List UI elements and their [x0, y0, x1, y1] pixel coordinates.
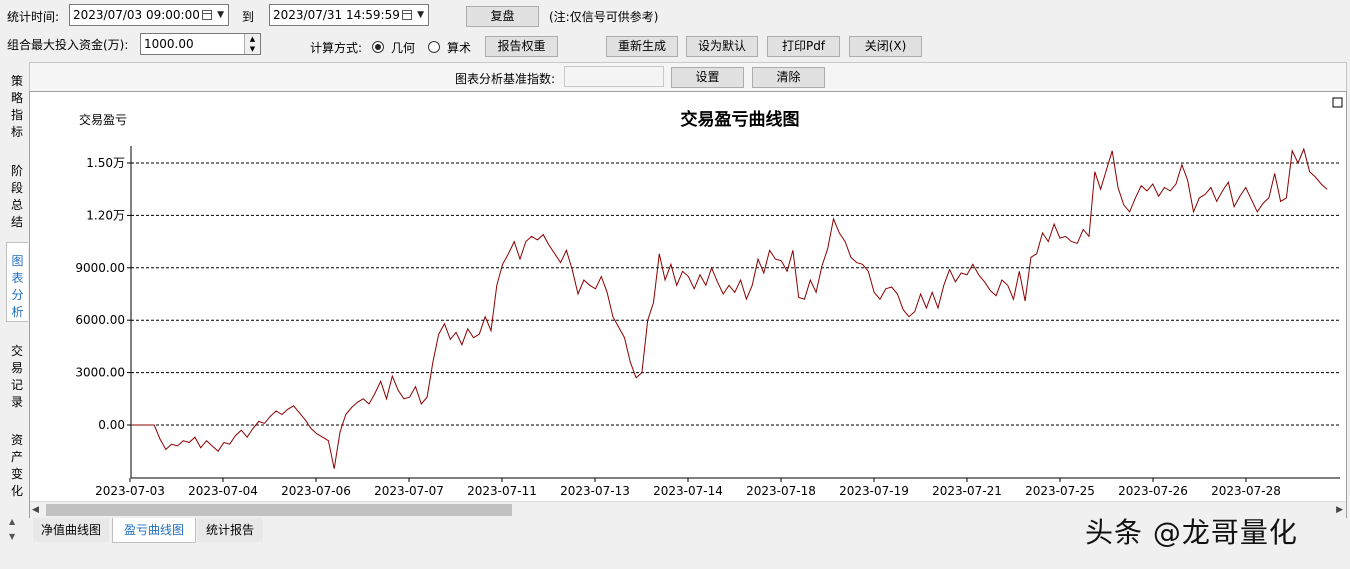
- chevron-down-icon[interactable]: ▼: [417, 9, 424, 21]
- watermark: 头条 @龙哥量化: [1085, 516, 1298, 549]
- x-tick-label: 2023-07-07: [374, 484, 444, 498]
- calc-arithmetic-radio[interactable]: [428, 41, 440, 53]
- y-tick-label: 6000.00: [75, 313, 125, 327]
- side-tab-char: 资: [10, 433, 23, 447]
- calendar-icon[interactable]: [202, 10, 212, 20]
- y-tick-label: 9000.00: [75, 261, 125, 275]
- report-weight-button[interactable]: 报告权重: [485, 36, 558, 57]
- tab-pnl-curve[interactable]: 盈亏曲线图: [112, 518, 196, 543]
- tab-stat-report[interactable]: 统计报告: [197, 518, 263, 542]
- x-tick-label: 2023-07-04: [188, 484, 258, 498]
- y-tick-label: 0.00: [98, 418, 125, 432]
- side-tab-char: 阶: [10, 164, 23, 178]
- side-tab-char: 化: [10, 484, 23, 498]
- side-scroll-up-icon[interactable]: ▲: [9, 517, 15, 527]
- x-tick-label: 2023-07-25: [1025, 484, 1095, 498]
- end-time-picker[interactable]: 2023/07/31 14:59:59 ▼: [269, 4, 429, 26]
- x-tick-label: 2023-07-06: [281, 484, 351, 498]
- time-label: 统计时间:: [7, 10, 60, 24]
- y-tick-label: 3000.00: [75, 366, 125, 380]
- scroll-left-icon[interactable]: ◀: [32, 503, 39, 517]
- tab-nav-curve[interactable]: 净值曲线图: [33, 518, 109, 542]
- calc-arithmetic-label[interactable]: 算术: [447, 40, 471, 56]
- side-tab-asset-changes[interactable]: 资 产 变 化: [6, 432, 28, 500]
- stepper-up-icon[interactable]: ▲: [245, 34, 260, 44]
- side-tab-char: 交: [10, 344, 23, 358]
- chart-title: 交易盈亏曲线图: [681, 109, 800, 130]
- chart-grid: [131, 162, 1340, 426]
- y-tick-label: 1.20万: [86, 208, 125, 222]
- benchmark-clear-button[interactable]: 清除: [752, 67, 825, 88]
- chevron-down-icon[interactable]: ▼: [217, 9, 224, 21]
- side-tab-char: 略: [10, 91, 23, 105]
- replay-button[interactable]: 复盘: [466, 6, 539, 27]
- x-tick-label: 2023-07-03: [95, 484, 165, 498]
- capital-value: 1000.00: [144, 37, 194, 51]
- side-tab-char: 结: [10, 215, 23, 229]
- side-tab-char: 分: [11, 288, 24, 302]
- side-tab-char: 产: [10, 450, 23, 464]
- maximize-icon[interactable]: [1332, 97, 1343, 108]
- pnl-series-line: [131, 147, 1328, 469]
- capital-input[interactable]: 1000.00 ▲ ▼: [140, 33, 261, 55]
- close-button[interactable]: 关闭(X): [849, 36, 922, 57]
- to-label: 到: [242, 10, 255, 24]
- side-tab-char: 变: [10, 467, 23, 481]
- side-tab-stage-summary[interactable]: 阶 段 总 结: [6, 163, 28, 231]
- benchmark-label: 图表分析基准指数:: [455, 72, 556, 86]
- chart-ylabel: 交易盈亏: [79, 112, 127, 127]
- side-tab-char: 总: [10, 198, 23, 212]
- side-tab-chart-analysis[interactable]: 图 表 分 析: [6, 242, 28, 322]
- x-tick-label: 2023-07-18: [746, 484, 816, 498]
- x-tick-label: 2023-07-14: [653, 484, 723, 498]
- side-tab-char: 标: [10, 125, 23, 139]
- start-time-picker[interactable]: 2023/07/03 09:00:00 ▼: [69, 4, 229, 26]
- x-tick-label: 2023-07-26: [1118, 484, 1188, 498]
- side-tab-strategy-indicators[interactable]: 策 略 指 标: [6, 73, 28, 141]
- side-tab-char: 策: [10, 74, 23, 88]
- x-tick-label: 2023-07-28: [1211, 484, 1281, 498]
- x-tick-label: 2023-07-21: [932, 484, 1002, 498]
- calendar-icon[interactable]: [402, 10, 412, 20]
- scroll-right-icon[interactable]: ▶: [1336, 503, 1343, 517]
- side-tab-char: 记: [10, 378, 23, 392]
- calc-geometric-label[interactable]: 几何: [391, 40, 415, 56]
- start-time-value: 2023/07/03 09:00:00: [73, 8, 200, 22]
- side-tab-char: 析: [11, 305, 24, 319]
- calc-label: 计算方式:: [310, 41, 363, 55]
- side-tab-char: 易: [10, 361, 23, 375]
- x-tick-label: 2023-07-19: [839, 484, 909, 498]
- side-tab-char: 表: [11, 271, 24, 285]
- benchmark-set-button[interactable]: 设置: [671, 67, 744, 88]
- y-tick-label: 1.50万: [86, 156, 125, 170]
- side-tab-char: 录: [10, 395, 23, 409]
- scrollbar-thumb[interactable]: [46, 504, 512, 516]
- print-pdf-button[interactable]: 打印Pdf: [767, 36, 840, 57]
- side-tab-char: 图: [11, 254, 24, 268]
- x-tick-label: 2023-07-11: [467, 484, 537, 498]
- calc-geometric-radio[interactable]: [372, 41, 384, 53]
- benchmark-input[interactable]: [564, 66, 664, 87]
- pnl-chart: 交易盈亏曲线图 交易盈亏 0.00 3000.00 6000.00 9000.00 1.…: [75, 97, 1343, 498]
- chart-x-axis: 2023-07-03 2023-07-04 2023-07-06 2023-07-07…: [95, 478, 1281, 498]
- capital-stepper[interactable]: ▲ ▼: [244, 34, 260, 54]
- x-tick-label: 2023-07-13: [560, 484, 630, 498]
- side-tab-char: 段: [10, 181, 23, 195]
- side-tab-trade-records[interactable]: 交 易 记 录: [6, 343, 28, 411]
- side-scroll-down-icon[interactable]: ▼: [9, 532, 15, 542]
- note-text: (注:仅信号可供参考): [549, 10, 659, 24]
- regenerate-button[interactable]: 重新生成: [606, 36, 678, 57]
- capital-label: 组合最大投入资金(万):: [7, 38, 129, 52]
- stepper-down-icon[interactable]: ▼: [245, 44, 260, 54]
- chart-panel: 交易盈亏曲线图 交易盈亏 0.00 3000.00 6000.00 9000.00 1.…: [29, 91, 1347, 518]
- set-default-button[interactable]: 设为默认: [686, 36, 758, 57]
- end-time-value: 2023/07/31 14:59:59: [273, 8, 400, 22]
- side-tab-char: 指: [10, 108, 23, 122]
- chart-y-axis: 0.00 3000.00 6000.00 9000.00 1.20万 1.50万: [75, 156, 131, 432]
